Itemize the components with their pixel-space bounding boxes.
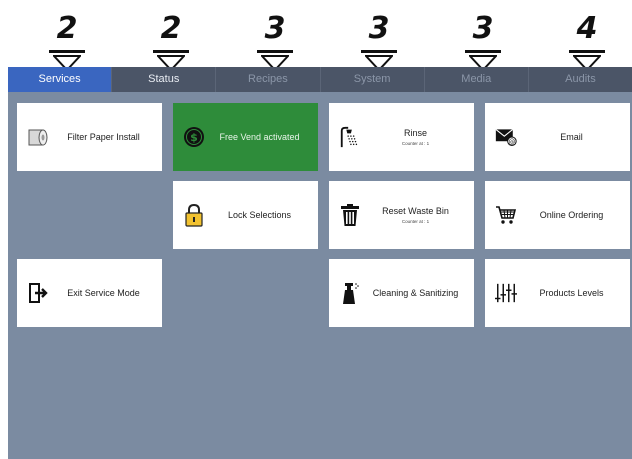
cleaning-sanitizing-button[interactable]: Cleaning & Sanitizing (329, 259, 474, 327)
email-button[interactable]: @ Email (485, 103, 630, 171)
tile-label: Exit Service Mode (67, 288, 140, 298)
email-icon: @ (495, 126, 517, 148)
tab-system[interactable]: System (321, 67, 425, 92)
tile-label: Free Vend activated (219, 132, 300, 142)
callout-underline (257, 50, 293, 53)
reset-waste-bin-button[interactable]: Reset Waste Bin Counter at : 1 (329, 181, 474, 249)
lock-selections-button[interactable]: Lock Selections (173, 181, 318, 249)
callout-number: 4 (576, 11, 598, 46)
waste-bin-label: Reset Waste Bin (382, 206, 449, 216)
callout-number: 2 (160, 11, 182, 46)
tile-label: Products Levels (539, 288, 604, 298)
trash-icon (339, 204, 361, 226)
filter-paper-install-button[interactable]: Filter Paper Install (17, 103, 162, 171)
cart-icon (495, 204, 517, 226)
tab-recipes[interactable]: Recipes (216, 67, 321, 92)
rinse-button[interactable]: Rinse Counter at : 1 (329, 103, 474, 171)
shower-icon (339, 126, 361, 148)
callout-underline (153, 50, 189, 53)
paper-roll-icon (27, 126, 49, 148)
callout-underline (569, 50, 605, 53)
tile-label: Online Ordering (539, 210, 604, 220)
callout-underline (361, 50, 397, 53)
exit-service-mode-button[interactable]: Exit Service Mode (17, 259, 162, 327)
callout-number: 2 (56, 11, 78, 46)
rinse-counter: Counter at : 1 (401, 141, 430, 146)
lock-icon (183, 203, 205, 227)
dollar-icon: $ (183, 126, 205, 148)
online-ordering-button[interactable]: Online Ordering (485, 181, 630, 249)
tile-label: Filter Paper Install (67, 132, 140, 142)
svg-text:$: $ (190, 131, 198, 144)
tab-audits[interactable]: Audits (529, 67, 632, 92)
free-vend-button[interactable]: $ Free Vend activated (173, 103, 318, 171)
callout-2-status: 2 (151, 11, 191, 71)
tile-label: Cleaning & Sanitizing (372, 288, 459, 298)
tile-label: Reset Waste Bin Counter at : 1 (361, 206, 474, 224)
tile-label: Rinse Counter at : 1 (361, 128, 474, 146)
tab-bar: Services Status Recipes System Media Aud… (8, 67, 632, 92)
callout-3-media: 3 (463, 11, 503, 71)
levels-icon (495, 282, 517, 304)
tab-status[interactable]: Status (112, 67, 217, 92)
exit-icon (27, 282, 49, 304)
callout-3-system: 3 (359, 11, 399, 71)
callout-4-audits: 4 (567, 11, 607, 71)
callout-number: 3 (472, 11, 494, 46)
rinse-label: Rinse (403, 128, 427, 138)
tile-label: Email (560, 132, 583, 142)
products-levels-button[interactable]: Products Levels (485, 259, 630, 327)
tab-media[interactable]: Media (425, 67, 529, 92)
callout-underline (49, 50, 85, 53)
tile-label: Lock Selections (227, 210, 292, 220)
spray-icon (339, 282, 361, 304)
waste-bin-counter: Counter at : 1 (401, 219, 430, 224)
tab-services[interactable]: Services (8, 67, 113, 92)
callout-3-recipes: 3 (255, 11, 295, 71)
callout-number: 3 (368, 11, 390, 46)
callout-2-services: 2 (47, 11, 87, 71)
callout-number: 3 (264, 11, 286, 46)
callout-underline (465, 50, 501, 53)
svg-text:@: @ (509, 138, 516, 146)
service-screen: Services Status Recipes System Media Aud… (8, 67, 632, 459)
